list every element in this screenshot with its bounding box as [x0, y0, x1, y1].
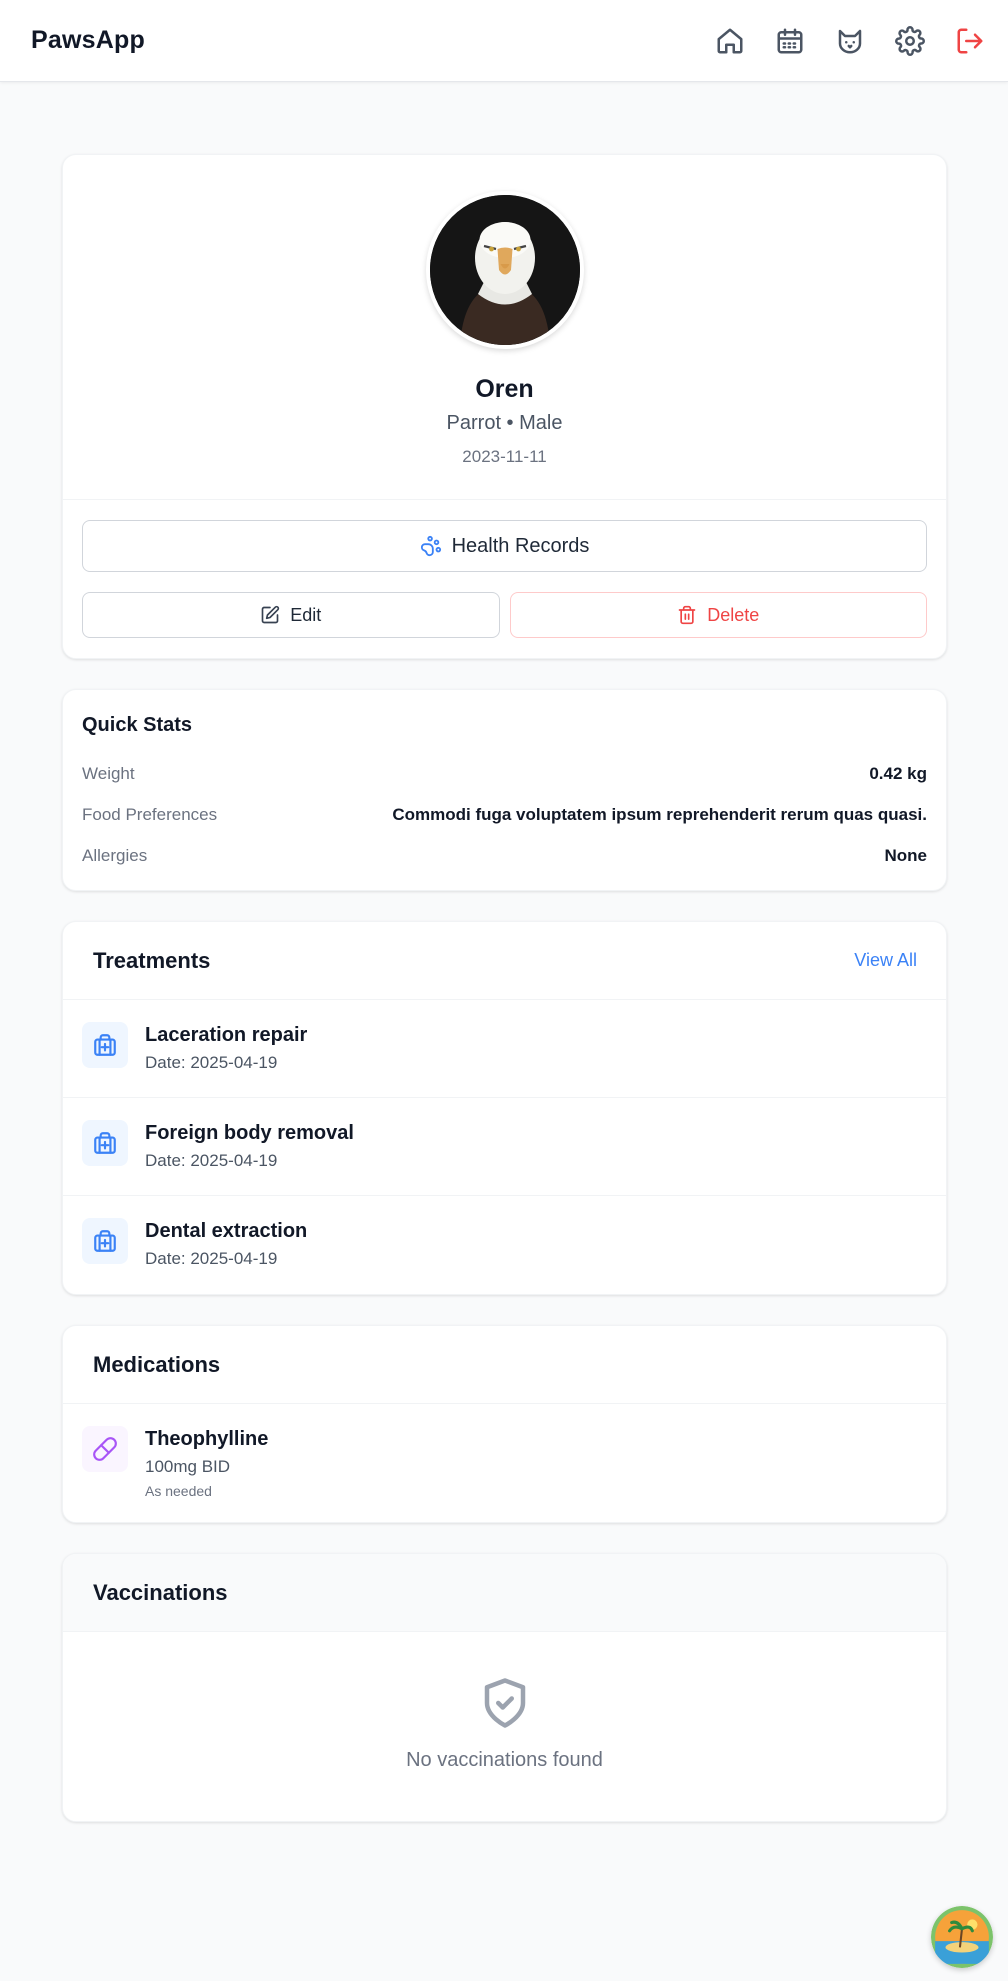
shield-check-icon	[484, 1678, 525, 1728]
medications-title: Medications	[93, 1351, 221, 1377]
vaccinations-title: Vaccinations	[93, 1579, 228, 1605]
medical-bag-icon	[82, 1218, 128, 1264]
stat-value: None	[884, 845, 928, 865]
medication-title: Theophylline	[145, 1428, 269, 1450]
stat-row-weight: Weight 0.42 kg	[82, 753, 927, 794]
home-icon	[717, 28, 743, 53]
stat-label: Weight	[82, 763, 135, 783]
quick-stats-card: Quick Stats Weight 0.42 kg Food Preferen…	[62, 689, 947, 891]
pet-profile-page: Oren Parrot • Male 2023-11-11 Health Rec…	[62, 154, 947, 1822]
settings-icon	[895, 25, 925, 56]
treatment-item[interactable]: Laceration repair Date: 2025-04-19	[63, 1000, 946, 1098]
calendar-icon	[777, 28, 803, 53]
app-logo[interactable]: PawsApp	[31, 26, 145, 55]
vaccinations-empty-state: No vaccinations found	[63, 1632, 946, 1821]
edit-label: Edit	[290, 604, 322, 625]
medication-item[interactable]: Theophylline 100mg BID As needed	[63, 1404, 946, 1522]
floating-assistant-button[interactable]	[931, 1906, 993, 1968]
treatment-date: Date: 2025-04-19	[145, 1053, 278, 1072]
treatment-item[interactable]: Dental extraction Date: 2025-04-19	[63, 1196, 946, 1294]
pet-species-sex: Parrot • Male	[446, 412, 563, 434]
top-nav-bar: PawsApp	[0, 0, 1008, 82]
view-all-link[interactable]: View All	[854, 950, 917, 971]
treatment-title: Laceration repair	[145, 1024, 308, 1046]
medications-card: Medications Theophylline 100mg BID As ne…	[62, 1325, 947, 1523]
medical-bag-icon	[82, 1120, 128, 1166]
stat-value: 0.42 kg	[869, 763, 927, 783]
medical-bag-icon	[82, 1022, 128, 1068]
calendar-button[interactable]	[766, 17, 814, 65]
home-button[interactable]	[706, 17, 754, 65]
eagle-photo	[429, 195, 580, 345]
medication-dose: 100mg BID	[145, 1457, 231, 1476]
cat-icon	[838, 29, 862, 53]
edit-delete-row: Edit Delete	[82, 592, 927, 638]
stat-value: Commodi fuga voluptatem ipsum reprehende…	[392, 804, 927, 824]
island-icon	[931, 1906, 993, 1968]
settings-button[interactable]	[886, 17, 934, 65]
trash-icon	[678, 605, 696, 625]
treatment-date: Date: 2025-04-19	[145, 1151, 278, 1170]
delete-button[interactable]: Delete	[509, 592, 927, 638]
logout-icon	[957, 28, 983, 53]
treatment-date: Date: 2025-04-19	[145, 1249, 278, 1268]
stat-row-allergies: Allergies None	[82, 835, 927, 876]
treatments-card: Treatments View All Laceration repair Da…	[62, 921, 947, 1295]
paw-icon	[420, 535, 441, 557]
empty-text: No vaccinations found	[406, 1749, 603, 1771]
vaccinations-header: Vaccinations	[63, 1554, 946, 1632]
health-records-button[interactable]: Health Records	[82, 520, 927, 572]
logout-button[interactable]	[946, 17, 994, 65]
stat-label: Allergies	[82, 845, 148, 865]
treatment-title: Foreign body removal	[145, 1122, 354, 1144]
pet-date: 2023-11-11	[462, 447, 547, 466]
delete-label: Delete	[707, 604, 760, 625]
nav-icons	[694, 17, 994, 65]
treatment-title: Dental extraction	[145, 1220, 308, 1242]
treatments-title: Treatments	[93, 947, 211, 973]
pet-avatar	[425, 191, 584, 349]
vaccinations-card: Vaccinations No vaccinations found	[62, 1553, 947, 1822]
quick-stats-title: Quick Stats	[82, 714, 193, 736]
pet-profile-header: Oren Parrot • Male 2023-11-11	[63, 155, 946, 500]
pill-icon	[82, 1426, 128, 1472]
stat-row-food: Food Preferences Commodi fuga voluptatem…	[82, 794, 927, 835]
edit-button[interactable]: Edit	[82, 592, 500, 638]
stat-label: Food Preferences	[82, 804, 218, 824]
profile-actions: Health Records Edit Delete	[63, 500, 946, 658]
pets-button[interactable]	[826, 17, 874, 65]
medication-note: As needed	[145, 1483, 212, 1499]
treatment-item[interactable]: Foreign body removal Date: 2025-04-19	[63, 1098, 946, 1196]
health-records-label: Health Records	[451, 534, 590, 557]
pet-name: Oren	[475, 375, 534, 403]
treatments-header: Treatments View All	[63, 922, 946, 1000]
medications-header: Medications	[63, 1326, 946, 1404]
edit-icon	[261, 605, 280, 624]
pet-profile-card: Oren Parrot • Male 2023-11-11 Health Rec…	[62, 154, 947, 659]
